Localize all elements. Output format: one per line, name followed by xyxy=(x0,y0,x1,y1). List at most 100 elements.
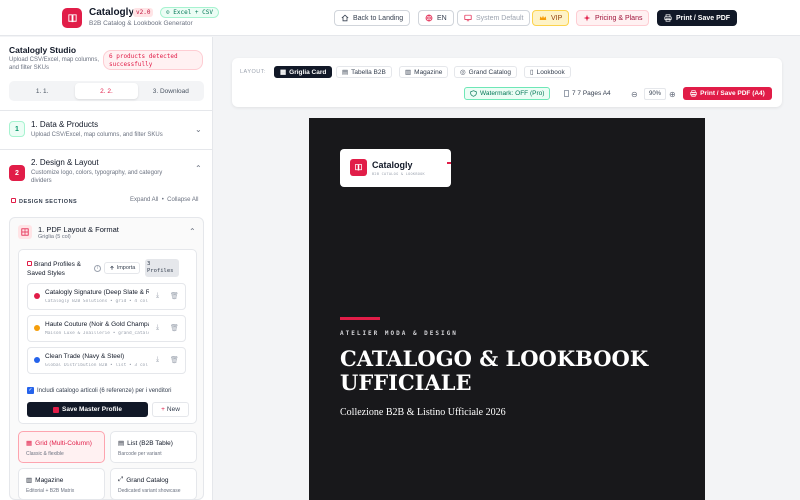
design-sections-text: DESIGN SECTIONS xyxy=(19,199,78,205)
pricing-button[interactable]: Pricing & Plans xyxy=(576,10,650,26)
pdf-layout-subtitle: Griglia (5 col) xyxy=(38,234,71,240)
download-icon[interactable]: ⤓ xyxy=(156,324,159,332)
profile-card[interactable]: Catalogly Signature (Deep Slate & Red) C… xyxy=(27,283,186,310)
tab-griglia-card-label: Griglia Card xyxy=(289,68,327,76)
include-catalog-checkbox[interactable]: ✓ xyxy=(27,387,34,394)
language-label: EN xyxy=(437,14,447,22)
print-save-pdf-button[interactable]: Print / Save PDF xyxy=(657,10,738,26)
new-profile-label: New xyxy=(166,406,180,413)
download-icon[interactable]: ⤓ xyxy=(156,292,159,300)
zoom-out-icon[interactable]: ⊖ xyxy=(631,90,638,99)
magazine-icon: ▥ xyxy=(405,69,412,76)
sidebar: Catalogly Studio Upload CSV/Excel, map c… xyxy=(0,37,213,500)
vip-button[interactable]: VIP xyxy=(532,10,570,26)
print-save-pdf-a4-button[interactable]: Print / Save PDF (A4) xyxy=(683,87,772,100)
profile-card[interactable]: Clean Trade (Navy & Steel) Global Distri… xyxy=(27,347,186,374)
preview-toolbar: LAYOUT: ▦ Griglia Card ▤ Tabella B2B ▥ Maga… xyxy=(232,58,782,107)
tab-grand-catalog[interactable]: ◎ Grand Catalog xyxy=(454,66,517,78)
upload-icon xyxy=(109,265,114,270)
layout-option-list[interactable]: ▤ List (B2B Table) Barcode per variant xyxy=(110,431,197,463)
profile-name: Catalogly Signature (Deep Slate & Red) xyxy=(45,289,149,296)
tab-tabella-b2b-label: Tabella B2B xyxy=(351,68,386,76)
page-count-label: 7 7 Pages A4 xyxy=(572,90,611,97)
grid-icon: ▦ xyxy=(26,440,33,447)
profile-color-dot xyxy=(34,357,40,363)
tab-tabella-b2b[interactable]: ▤ Tabella B2B xyxy=(336,66,392,78)
import-button[interactable]: Importa xyxy=(104,262,140,274)
accent-line xyxy=(340,317,380,320)
profile-color-dot xyxy=(34,325,40,331)
collapse-all-link[interactable]: Collapse All xyxy=(167,197,198,203)
catalog-cover-page: Catalogly B2B CATALOG & LOOKBOOK ATELIER… xyxy=(309,118,705,500)
cover-logo-mark xyxy=(350,159,367,176)
shield-icon xyxy=(470,90,477,97)
watermark-toggle[interactable]: Watermark: OFF (Pro) xyxy=(464,87,551,100)
step-1-tab[interactable]: 1. 1. xyxy=(11,83,73,99)
tab-grand-catalog-label: Grand Catalog xyxy=(468,68,511,76)
watermark-label: Watermark: OFF (Pro) xyxy=(480,90,545,97)
trash-icon[interactable]: 🗑 xyxy=(170,292,179,300)
tab-griglia-card[interactable]: ▦ Griglia Card xyxy=(274,66,333,78)
palette-icon xyxy=(27,261,32,266)
layout-list-label: List (B2B Table) xyxy=(127,439,173,447)
save-master-profile-button[interactable]: Save Master Profile xyxy=(27,402,148,417)
step-2-tab[interactable]: 2. 2. xyxy=(75,83,138,99)
magazine-icon: ▥ xyxy=(26,477,33,484)
profile-card[interactable]: Haute Couture (Noir & Gold Champagne) Ma… xyxy=(27,315,186,342)
profile-name: Haute Couture (Noir & Gold Champagne) xyxy=(45,321,149,328)
pdf-layout-title: 1. PDF Layout & Format xyxy=(38,225,119,234)
new-profile-button[interactable]: + New xyxy=(152,402,189,417)
layout-grid-label: Grid (Multi-Column) xyxy=(35,439,92,447)
section-1-title: 1. Data & Products xyxy=(31,120,99,129)
step-tabs: 1. 1. 2. 2. 3. Download xyxy=(9,81,204,101)
layout-option-magazine[interactable]: ▥ Magazine Editorial + B2B Matrix xyxy=(18,468,105,500)
brand-profiles-text: Brand Profiles & Saved Styles xyxy=(27,261,81,277)
brand-profiles-title: Brand Profiles & Saved Styles xyxy=(27,260,87,278)
layout-option-grand-catalog[interactable]: ⤢ Grand Catalog Dedicated variant showcas… xyxy=(110,468,197,500)
plus-icon: + xyxy=(161,406,165,413)
trash-icon[interactable]: 🗑 xyxy=(170,356,179,364)
info-icon[interactable]: i xyxy=(94,265,101,272)
profile-color-dot xyxy=(34,293,40,299)
book-icon xyxy=(355,164,362,171)
layout-grid-title: ▦ Grid (Multi-Column) xyxy=(26,439,92,448)
layout-grand-title: ⤢ Grand Catalog xyxy=(118,476,168,484)
list-icon: ▤ xyxy=(118,440,125,447)
tab-lookbook[interactable]: ▯ Lookbook xyxy=(524,66,571,78)
trash-icon[interactable]: 🗑 xyxy=(170,324,179,332)
language-button[interactable]: EN xyxy=(418,10,454,26)
theme-button[interactable]: System Default xyxy=(457,10,531,26)
download-icon[interactable]: ⤓ xyxy=(156,356,159,364)
profile-name: Clean Trade (Navy & Steel) xyxy=(45,353,125,360)
profile-desc: Maison Luxe & Joaillerie • grand_catalog xyxy=(45,331,149,336)
layout-option-grid[interactable]: ▦ Grid (Multi-Column) Classic & flexible xyxy=(18,431,105,463)
grid-icon xyxy=(11,198,16,203)
back-to-landing-button[interactable]: Back to Landing xyxy=(334,10,411,26)
format-badge: ⊙ Excel + CSV xyxy=(160,7,219,18)
expand-collapse-links: Expand All • Collapse All xyxy=(130,197,199,203)
print-save-pdf-a4-label: Print / Save PDF (A4) xyxy=(700,90,765,97)
tab-magazine-label: Magazine xyxy=(414,68,443,76)
tab-magazine[interactable]: ▥ Magazine xyxy=(399,66,449,78)
save-icon xyxy=(53,406,59,413)
cover-eyebrow: ATELIER MODA & DESIGN xyxy=(340,330,458,337)
step-3-tab[interactable]: 3. Download xyxy=(140,83,202,99)
globe-icon xyxy=(425,14,433,22)
back-to-landing-label: Back to Landing xyxy=(353,14,404,22)
profile-count-badge: 3 Profiles xyxy=(145,259,179,277)
expand-all-link[interactable]: Expand All xyxy=(130,197,158,203)
printer-icon xyxy=(690,90,697,97)
crown-icon xyxy=(539,15,547,20)
tab-lookbook-label: Lookbook xyxy=(536,68,565,76)
import-label: Importa xyxy=(116,265,136,271)
zoom-in-icon[interactable]: ⊕ xyxy=(669,90,676,99)
app-title: Catalogly xyxy=(89,7,135,18)
layout-magazine-subtitle: Editorial + B2B Matrix xyxy=(26,488,75,494)
chevron-up-icon: ⌃ xyxy=(195,164,202,173)
pdf-layout-panel: 1. PDF Layout & Format Griglia (5 col) ⌃… xyxy=(9,217,204,500)
cover-logo-subtitle: B2B CATALOG & LOOKBOOK xyxy=(372,172,425,176)
layout-grand-subtitle: Dedicated variant showcase xyxy=(118,488,181,494)
sparkle-icon xyxy=(583,14,591,22)
include-catalog-option[interactable]: ✓ Includi catalogo articoli (6 referenze… xyxy=(27,387,171,394)
divider xyxy=(0,149,212,150)
